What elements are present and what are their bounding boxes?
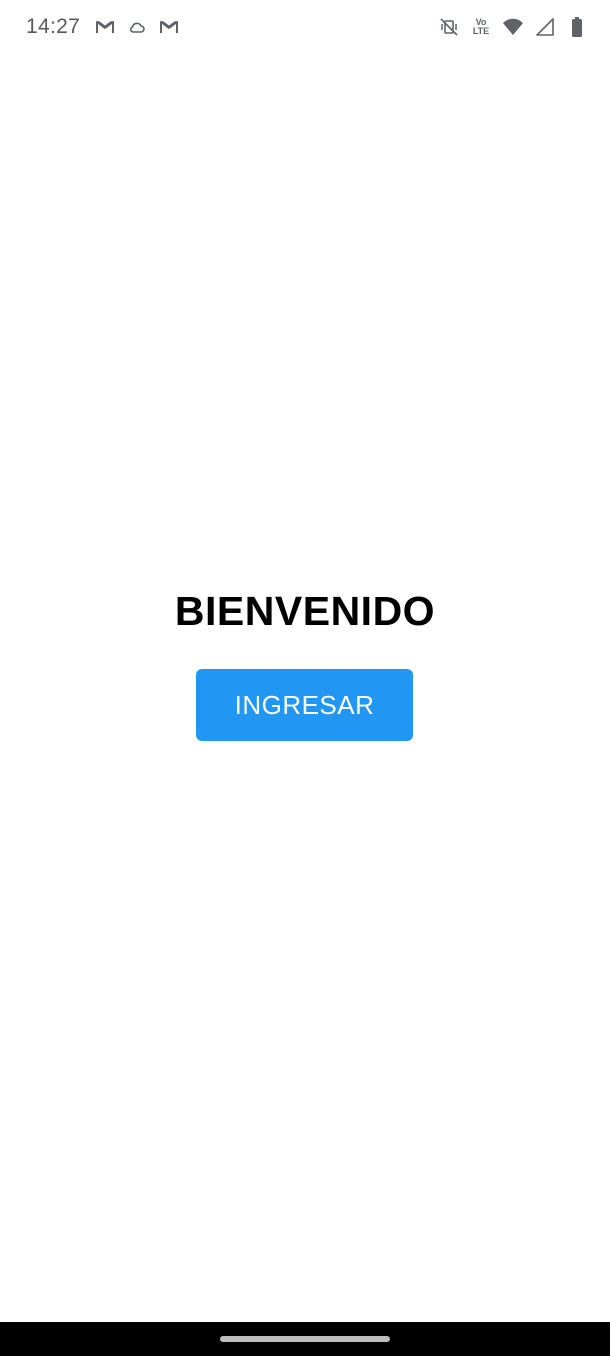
welcome-screen: 14:27 Vo LTE BIENVENIDO INGRESAR — [0, 0, 610, 1356]
home-gesture-handle[interactable] — [220, 1336, 390, 1342]
navigation-bar — [0, 1322, 610, 1356]
main-content: BIENVENIDO INGRESAR — [0, 0, 610, 1322]
login-button[interactable]: INGRESAR — [196, 669, 413, 741]
welcome-title: BIENVENIDO — [174, 588, 436, 634]
